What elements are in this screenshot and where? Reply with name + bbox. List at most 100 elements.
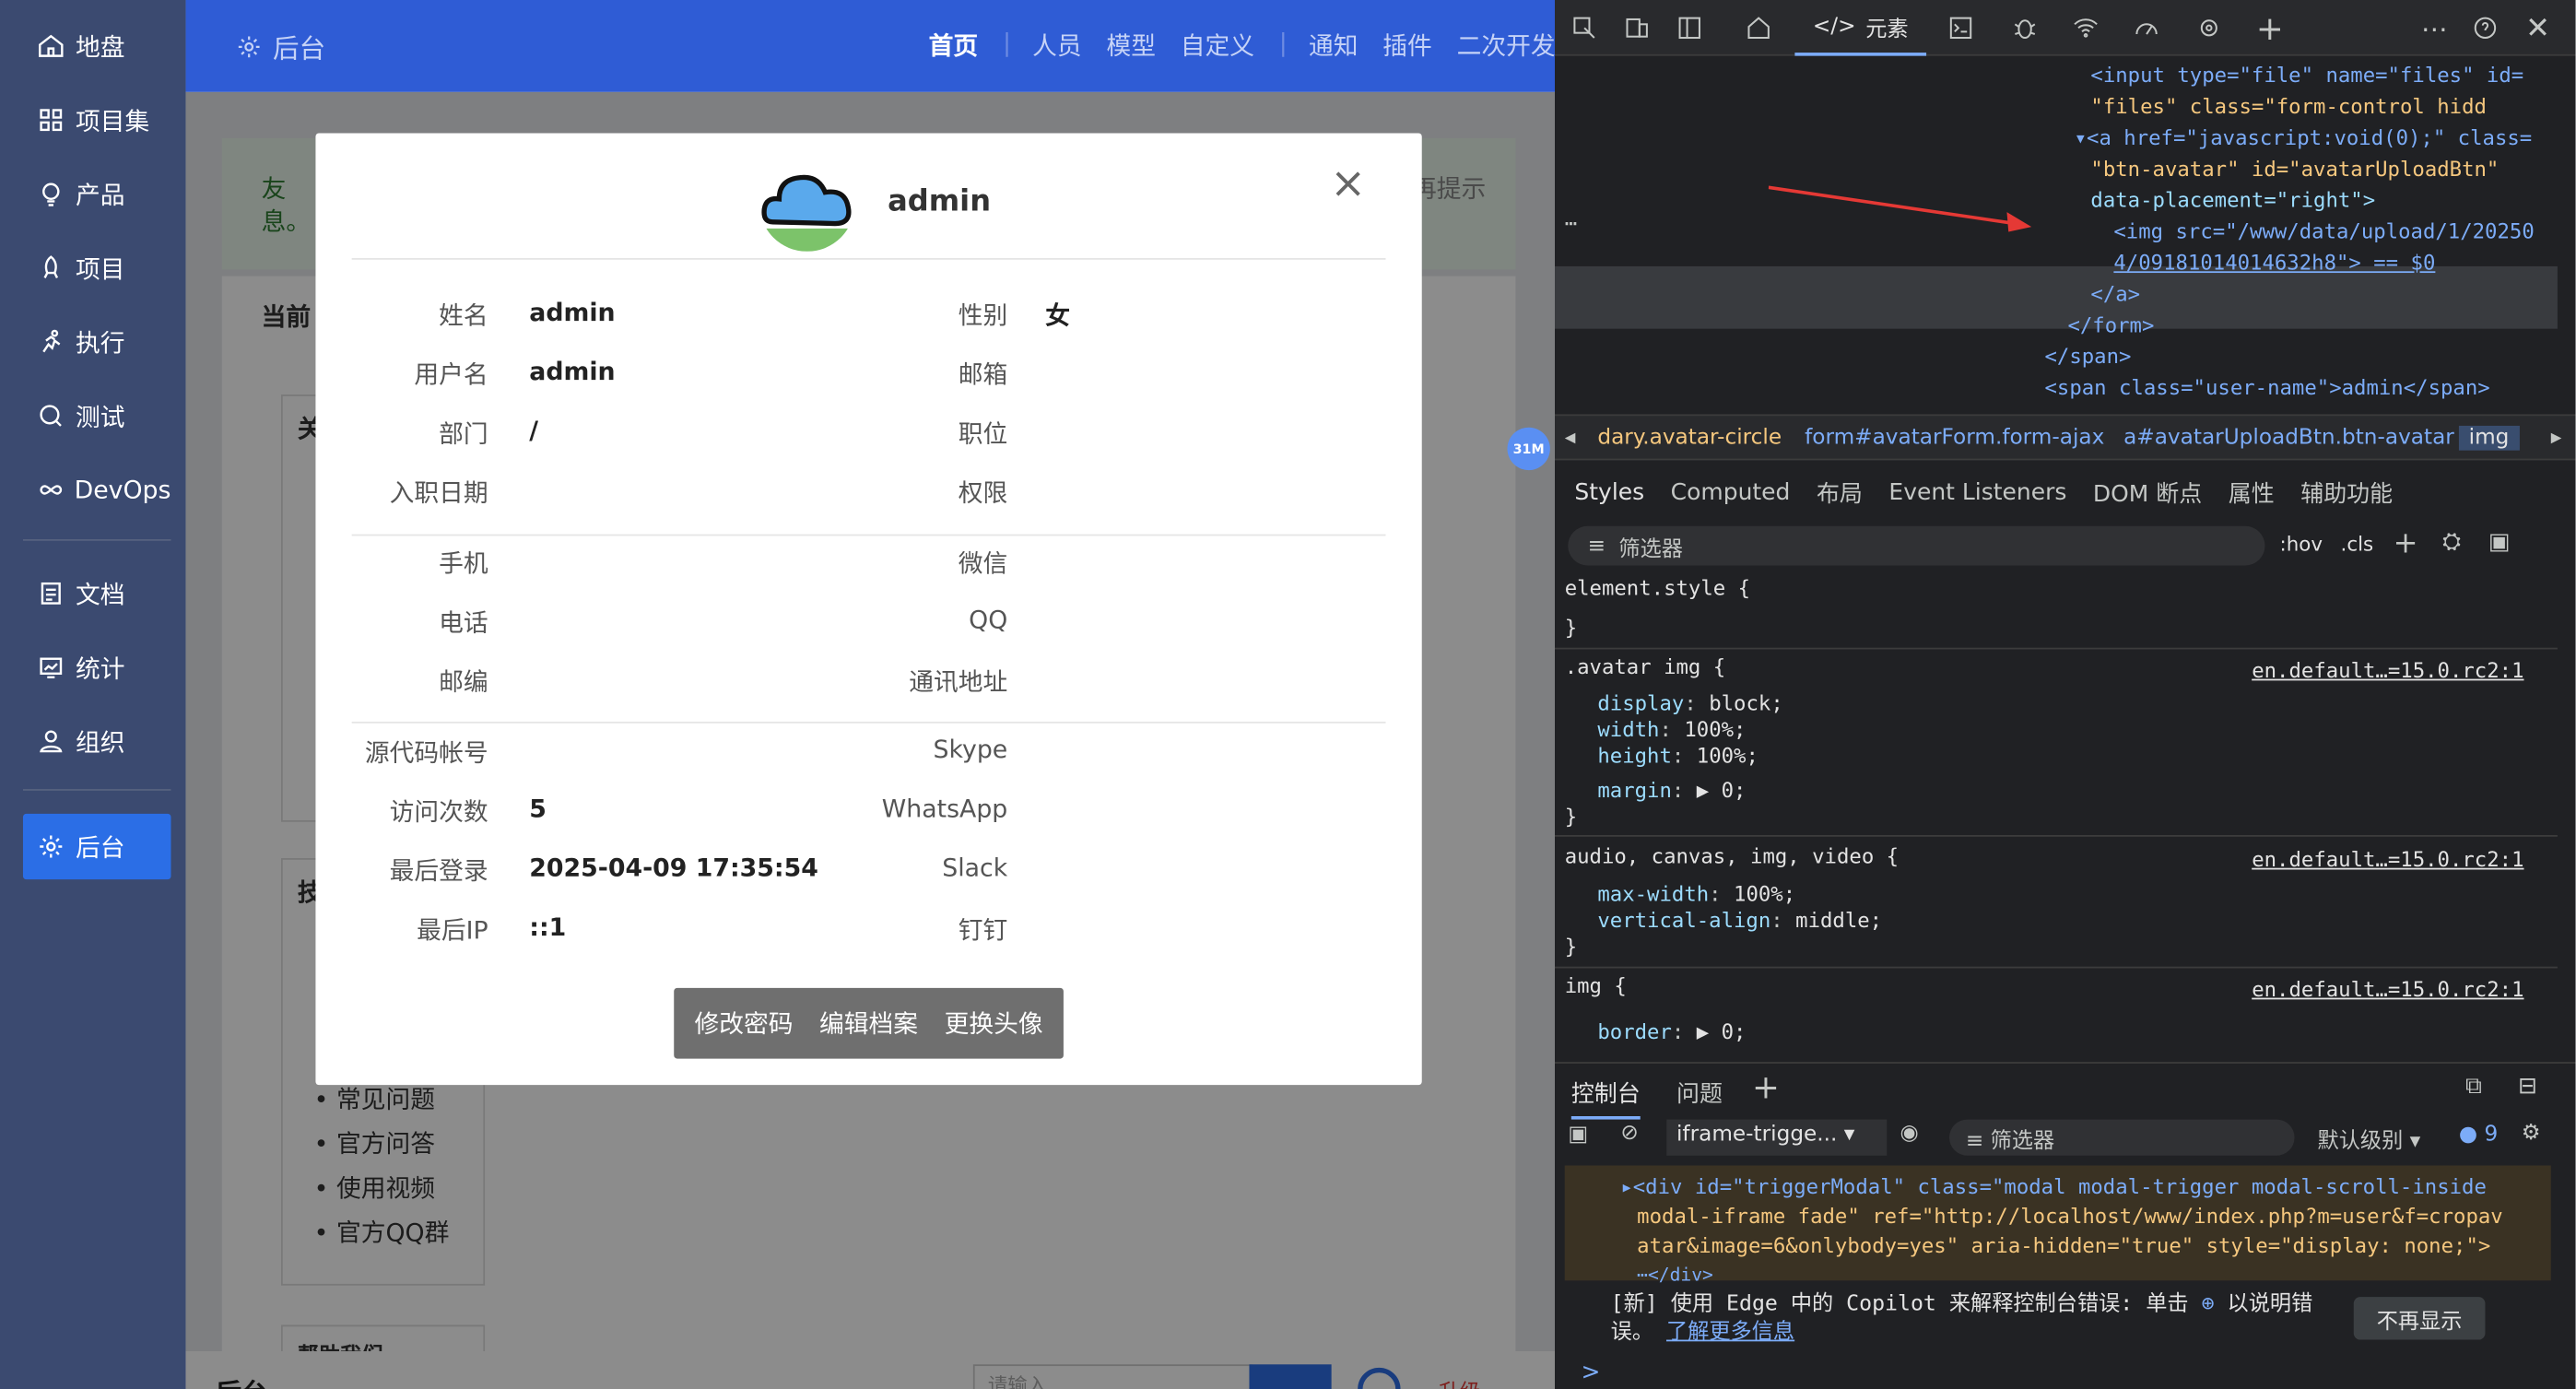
tab-issues[interactable]: 问题	[1676, 1077, 1723, 1110]
nav-model[interactable]: 模型	[1106, 28, 1156, 62]
nav-dev[interactable]: 二次开发	[1457, 28, 1556, 62]
sidebar-item-program[interactable]: 项目集	[23, 90, 171, 149]
wifi-icon[interactable]	[2069, 11, 2102, 44]
edit-profile-button[interactable]: 编辑档案	[819, 1006, 918, 1041]
close-icon[interactable]: ✕	[2522, 11, 2555, 45]
sidebar-item-devops[interactable]: DevOps	[23, 460, 171, 519]
dom-line[interactable]: </span>	[2044, 340, 2131, 371]
dom-line-selected[interactable]: 4/09181014014632h8"> == $0	[2113, 247, 2435, 278]
paint-icon[interactable]: ⛭	[2442, 529, 2461, 556]
inspect-icon[interactable]	[1568, 11, 1601, 44]
add-tab-icon[interactable]: +	[1752, 1066, 1780, 1106]
dom-line[interactable]: </form>	[2067, 309, 2154, 340]
dont-show-again-button[interactable]: 不再显示	[2353, 1297, 2486, 1340]
help-icon[interactable]	[2469, 11, 2502, 44]
dom-line[interactable]: "btn-avatar" id="avatarUploadBtn"	[2090, 153, 2499, 184]
nav-custom[interactable]: 自定义	[1181, 28, 1254, 62]
rule-selector[interactable]: element.style {	[1565, 575, 1750, 602]
nav-people[interactable]: 人员	[1032, 28, 1082, 62]
tab-styles[interactable]: Styles	[1574, 480, 1644, 507]
copilot-icon[interactable]: ⊕	[2202, 1292, 2215, 1317]
style-property[interactable]: border: ▶ 0;	[1597, 1019, 1746, 1046]
sidebar-item-execution[interactable]: 执行	[23, 312, 171, 371]
rule-selector[interactable]: img {	[1565, 973, 1627, 1000]
rule-source-link[interactable]: en.default…=15.0.rc2:1	[2252, 847, 2523, 874]
eye-icon[interactable]: ◉	[1900, 1121, 1919, 1146]
tab-properties[interactable]: 属性	[2229, 477, 2275, 510]
nav-plugin[interactable]: 插件	[1382, 28, 1432, 62]
console-icon[interactable]	[1945, 11, 1978, 44]
dom-line-selected[interactable]: <img src="/www/data/upload/1/20250	[2113, 216, 2534, 247]
sidebar-item-stats[interactable]: 统计	[23, 638, 171, 697]
more-icon[interactable]: ⋯	[1565, 207, 1577, 239]
sidebar-item-doc[interactable]: 文档	[23, 564, 171, 623]
change-password-button[interactable]: 修改密码	[694, 1006, 793, 1041]
scroll-right-icon[interactable]: ▸	[2551, 426, 2562, 451]
style-property[interactable]: display: block;	[1597, 690, 1782, 717]
add-tab-icon[interactable]: +	[2253, 8, 2287, 48]
breadcrumb-item[interactable]: form#avatarForm.form-ajax	[1805, 426, 2104, 451]
cls-toggle[interactable]: .cls	[2341, 533, 2374, 556]
sidebar-item-admin[interactable]: 后台	[22, 813, 171, 880]
breadcrumb-item[interactable]: a#avatarUploadBtn.btn-avatar	[2123, 426, 2454, 451]
sidebar-item-test[interactable]: 测试	[23, 386, 171, 445]
dom-line[interactable]: data-placement="right">	[2090, 184, 2375, 216]
more-icon[interactable]: ⋯	[2417, 11, 2451, 44]
dom-line[interactable]: "files" class="form-control hidd	[2090, 90, 2487, 122]
console-prompt[interactable]: >	[1582, 1360, 1601, 1386]
dock-icon[interactable]: ⧉	[2465, 1074, 2482, 1101]
breadcrumb-item-current[interactable]: img	[2458, 425, 2520, 451]
tab-accessibility[interactable]: 辅助功能	[2300, 477, 2393, 510]
home-icon[interactable]	[1742, 11, 1775, 44]
tab-computed[interactable]: Computed	[1671, 480, 1791, 507]
settings-gear-icon[interactable]	[2193, 11, 2226, 44]
rule-source-link[interactable]: en.default…=15.0.rc2:1	[2252, 976, 2523, 1003]
change-avatar-button[interactable]: 更换头像	[945, 1006, 1043, 1041]
expand-arrow-icon[interactable]: ▾	[2075, 125, 2087, 150]
rule-selector[interactable]: audio, canvas, img, video {	[1565, 843, 1899, 870]
styles-filter-input[interactable]: ≡ 筛选器	[1568, 525, 2265, 566]
tab-console[interactable]: 控制台	[1570, 1077, 1641, 1120]
dom-line[interactable]: </a>	[2090, 277, 2140, 309]
clear-console-icon[interactable]: ⊘	[1620, 1121, 1638, 1146]
sidebar-item-project[interactable]: 项目	[23, 239, 171, 298]
dom-line[interactable]: ▾<a href="javascript:void(0);" class=	[2075, 122, 2533, 153]
close-drawer-icon[interactable]: ⊟	[2518, 1074, 2537, 1101]
sidebar-item-product[interactable]: 产品	[23, 164, 171, 223]
scroll-left-icon[interactable]: ◂	[1565, 426, 1576, 451]
add-rule-icon[interactable]: +	[2394, 526, 2418, 560]
hov-toggle[interactable]: :hov	[2280, 533, 2323, 556]
dom-line[interactable]: <span class="user-name">admin</span>	[2044, 371, 2489, 403]
sidebar-item-org[interactable]: 组织	[23, 712, 171, 771]
context-select[interactable]: iframe-trigge... ▾	[1666, 1119, 1888, 1156]
device-icon[interactable]	[1620, 11, 1653, 44]
style-property[interactable]: margin: ▶ 0;	[1597, 778, 1746, 805]
settings-gear-icon[interactable]: ⚙	[2522, 1121, 2541, 1146]
close-icon[interactable]: ×	[1330, 159, 1366, 209]
nav-notify[interactable]: 通知	[1309, 28, 1359, 62]
tab-event-listeners[interactable]: Event Listeners	[1888, 480, 2066, 507]
breadcrumb-item[interactable]: dary.avatar-circle	[1597, 426, 1782, 451]
message-count[interactable]: ● 9	[2459, 1123, 2498, 1148]
sidebar-item-dashboard[interactable]: 地盘	[23, 17, 171, 76]
sidebar-toggle-icon[interactable]: ▣	[1568, 1123, 1588, 1148]
dock-icon[interactable]	[1673, 11, 1706, 44]
tab-dom-breakpoints[interactable]: DOM 断点	[2093, 477, 2202, 510]
learn-more-link[interactable]: 了解更多信息	[1666, 1320, 1794, 1345]
avatar[interactable]	[759, 156, 855, 252]
sidebar-toggle-icon[interactable]: ▣	[2488, 529, 2511, 556]
performance-icon[interactable]	[2130, 11, 2163, 44]
bug-icon[interactable]	[2008, 11, 2041, 44]
memory-badge[interactable]: 31M	[1507, 427, 1550, 471]
console-filter-input[interactable]: ≡ 筛选器	[1949, 1119, 2295, 1156]
rule-selector[interactable]: .avatar img {	[1565, 654, 1726, 681]
dom-line[interactable]: <input type="file" name="files" id=	[2090, 59, 2523, 90]
nav-home[interactable]: 首页	[929, 28, 979, 62]
rule-source-link[interactable]: en.default…=15.0.rc2:1	[2252, 657, 2523, 684]
tab-elements[interactable]: </> 元素	[1794, 0, 1927, 56]
console-message[interactable]: ▸<div id="triggerModal" class="modal mod…	[1564, 1165, 2551, 1286]
style-property[interactable]: width: 100%;	[1597, 717, 1746, 744]
style-property[interactable]: max-width: 100%;	[1597, 881, 1795, 908]
style-property[interactable]: height: 100%;	[1597, 743, 1759, 770]
style-property[interactable]: vertical-align: middle;	[1597, 907, 1882, 934]
